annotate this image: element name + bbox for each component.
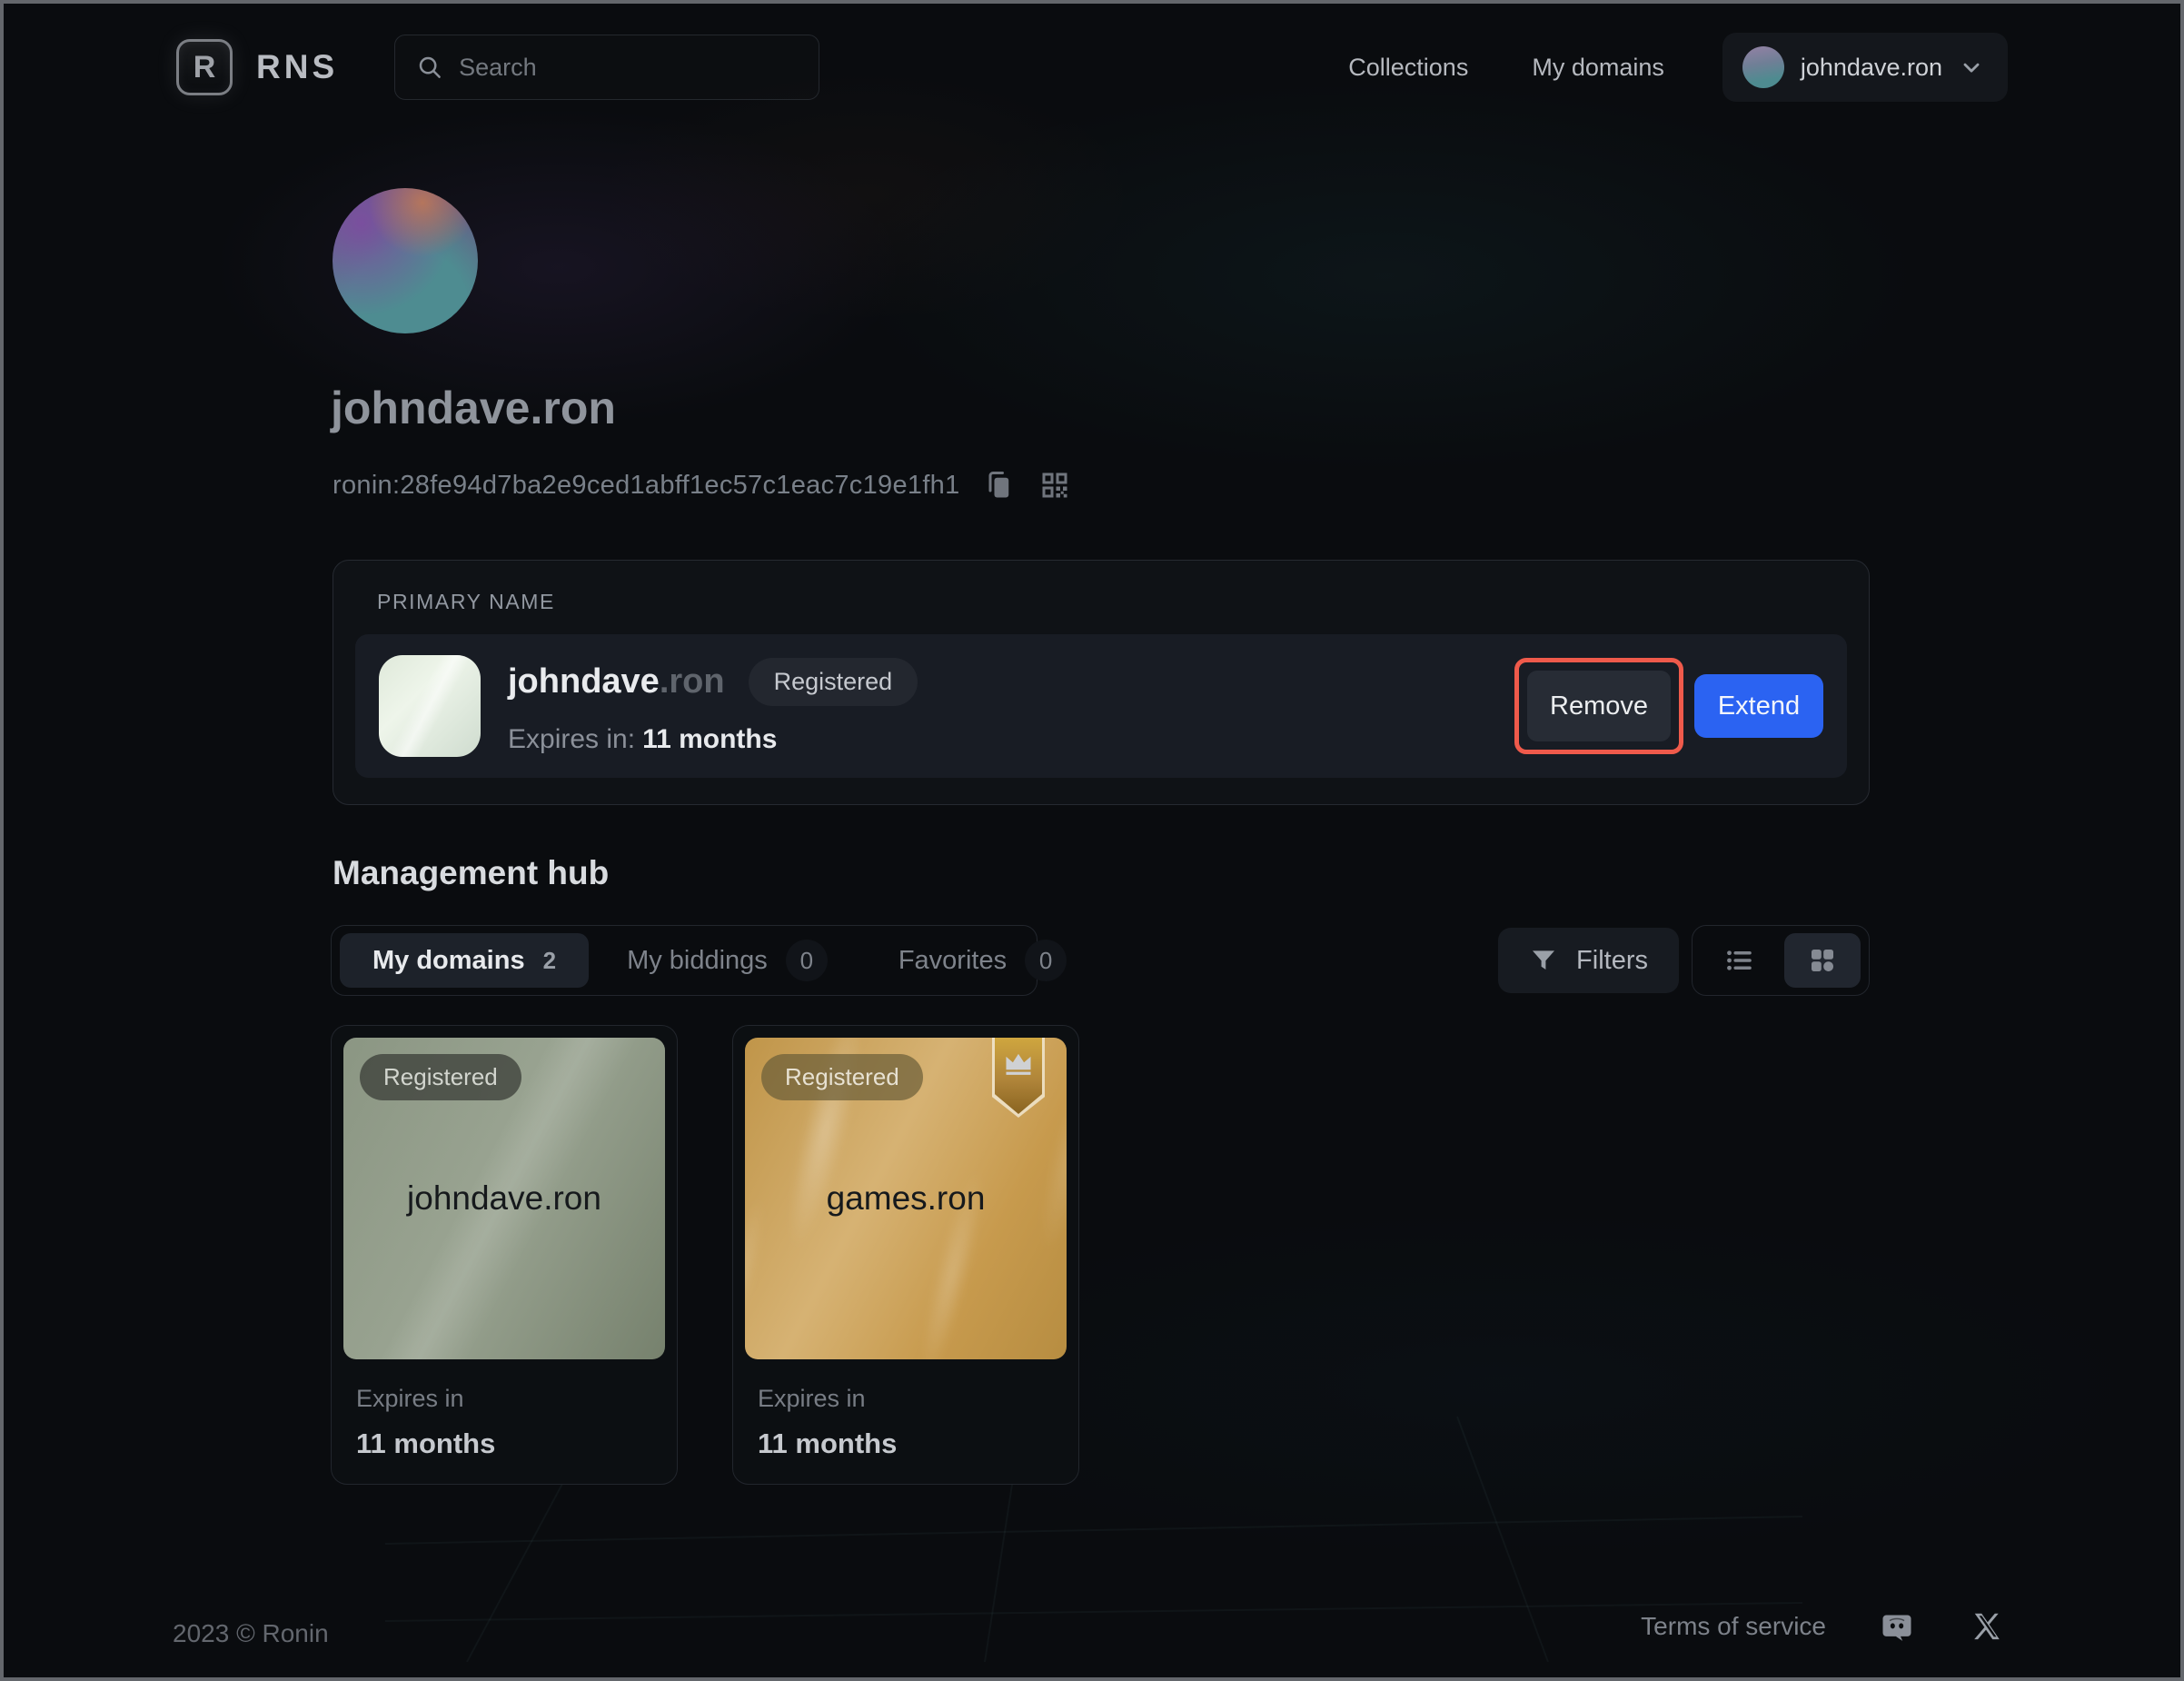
nav-my-domains[interactable]: My domains — [1532, 54, 1664, 82]
primary-domain-info: johndave.ron Registered Expires in:11 mo… — [508, 658, 918, 755]
ronin-logo[interactable]: R — [176, 39, 233, 95]
domain-tile-name: games.ron — [745, 1179, 1067, 1218]
filters-button[interactable]: Filters — [1498, 928, 1679, 993]
qr-code-icon[interactable] — [1037, 467, 1073, 503]
management-toolbar: My domains 2 My biddings 0 Favorites 0 F… — [331, 925, 1870, 996]
account-menu[interactable]: johndave.ron — [1722, 33, 2008, 102]
tab-my-domains[interactable]: My domains 2 — [340, 933, 589, 988]
card-meta: Expires in 11 months — [745, 1359, 1067, 1460]
terms-of-service-link[interactable]: Terms of service — [1641, 1612, 1826, 1641]
tab-count: 2 — [543, 947, 556, 975]
nav-collections[interactable]: Collections — [1348, 54, 1468, 82]
copy-address-icon[interactable] — [980, 467, 1017, 503]
expires-label: Expires in — [758, 1385, 1054, 1413]
grid-view-icon — [1806, 944, 1839, 977]
search-icon — [415, 53, 444, 82]
search-box[interactable] — [394, 35, 819, 100]
tab-label: My domains — [372, 946, 525, 976]
primary-domain-name: johndave.ron — [508, 662, 725, 701]
account-avatar — [1742, 46, 1784, 88]
primary-actions: Remove Extend — [1514, 658, 1823, 754]
management-hub-title: Management hub — [333, 854, 609, 892]
search-input[interactable] — [459, 54, 799, 82]
list-view-icon — [1722, 944, 1755, 977]
rns-app-page: R RNS Collections My domains johndave.ro… — [0, 0, 2184, 1681]
primary-domain-thumbnail — [379, 655, 481, 757]
top-navigation-bar: R RNS Collections My domains johndave.ro… — [4, 4, 2180, 131]
premium-crown-badge — [992, 1038, 1045, 1118]
status-badge: Registered — [749, 658, 918, 706]
copyright-text: 2023 © Ronin — [173, 1619, 329, 1648]
expires-value: 11 months — [642, 724, 777, 754]
list-view-button[interactable] — [1701, 933, 1777, 988]
tab-count: 0 — [1025, 940, 1067, 981]
domain-cards-grid: Registered johndave.ron Expires in 11 mo… — [331, 1025, 1079, 1485]
ronin-logo-letter: R — [194, 50, 216, 85]
primary-name-label: PRIMARY NAME — [377, 590, 1847, 614]
domain-tile: Registered games.ron — [745, 1038, 1067, 1359]
discord-icon[interactable] — [1877, 1606, 1917, 1646]
card-meta: Expires in 11 months — [343, 1359, 665, 1460]
domain-tile-name: johndave.ron — [343, 1179, 665, 1218]
filter-funnel-icon — [1529, 946, 1558, 975]
extend-button[interactable]: Extend — [1694, 674, 1823, 738]
profile-name-title: johndave.ron — [331, 382, 616, 434]
account-name: johndave.ron — [1801, 54, 1942, 82]
expires-label: Expires in — [356, 1385, 652, 1413]
filters-label: Filters — [1576, 946, 1648, 976]
primary-domain-tld: .ron — [660, 662, 725, 701]
tab-group: My domains 2 My biddings 0 Favorites 0 — [331, 925, 1037, 996]
primary-expires-line: Expires in:11 months — [508, 724, 918, 755]
tab-count: 0 — [786, 940, 828, 981]
view-toggle-group — [1692, 925, 1870, 996]
profile-address-row: ronin:28fe94d7ba2e9ced1abff1ec57c1eac7c1… — [333, 467, 1073, 503]
primary-name-card: PRIMARY NAME johndave.ron Registered Exp… — [333, 560, 1870, 805]
registered-badge: Registered — [761, 1054, 923, 1100]
expires-value: 11 months — [758, 1427, 1054, 1460]
domain-card-games[interactable]: Registered games.ron Expires in 11 month… — [732, 1025, 1079, 1485]
registered-badge: Registered — [360, 1054, 521, 1100]
expires-value: 11 months — [356, 1427, 652, 1460]
domain-card-johndave[interactable]: Registered johndave.ron Expires in 11 mo… — [331, 1025, 678, 1485]
tab-favorites[interactable]: Favorites 0 — [866, 933, 1099, 988]
primary-name-row: johndave.ron Registered Expires in:11 mo… — [355, 634, 1847, 778]
brand-title: RNS — [256, 48, 338, 86]
footer-links: Terms of service — [1641, 1606, 2008, 1646]
nav-links: Collections My domains — [1348, 54, 1664, 82]
remove-button[interactable]: Remove — [1527, 671, 1671, 741]
remove-highlight-box: Remove — [1514, 658, 1683, 754]
tab-label: My biddings — [627, 946, 768, 976]
grid-view-button[interactable] — [1784, 933, 1861, 988]
view-controls: Filters — [1498, 925, 1870, 996]
tab-label: Favorites — [898, 946, 1007, 976]
domain-tile: Registered johndave.ron — [343, 1038, 665, 1359]
x-twitter-icon[interactable] — [1968, 1606, 2008, 1646]
chevron-down-icon — [1959, 55, 1984, 80]
profile-avatar — [333, 188, 478, 333]
wallet-address: ronin:28fe94d7ba2e9ced1abff1ec57c1eac7c1… — [333, 471, 960, 501]
tab-my-biddings[interactable]: My biddings 0 — [594, 933, 860, 988]
expires-label: Expires in: — [508, 724, 635, 754]
